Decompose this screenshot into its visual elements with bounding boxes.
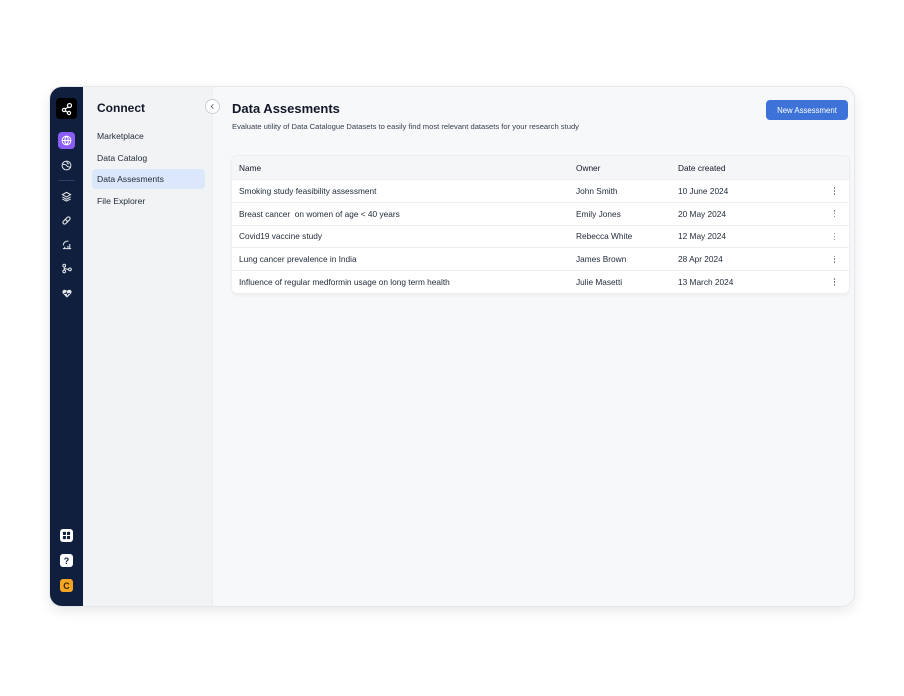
sidebar-item-data-assesments[interactable]: Data Assesments: [92, 169, 205, 190]
help-icon[interactable]: ?: [60, 554, 73, 567]
row-owner: Julie Masetti: [576, 277, 623, 288]
table-row[interactable]: Lung cancer prevalence in India James Br…: [232, 247, 849, 270]
more-vertical-icon: [833, 187, 836, 195]
assessments-table: Name Owner Date created Smoking study fe…: [232, 156, 849, 293]
row-owner: Rebecca White: [576, 231, 633, 242]
row-owner: Emily Jones: [576, 208, 621, 219]
sidebar-item-data-catalog[interactable]: Data Catalog: [92, 148, 205, 168]
row-menu-button[interactable]: [820, 255, 849, 264]
globe-network-icon[interactable]: [58, 132, 75, 149]
more-vertical-icon: [833, 232, 836, 241]
more-vertical-icon: [833, 278, 836, 286]
sidebar-item-marketplace[interactable]: Marketplace: [92, 126, 205, 146]
more-vertical-icon: [833, 209, 836, 218]
sidebar-nav: Marketplace Data Catalog Data Assesments…: [92, 126, 205, 212]
table-row[interactable]: Smoking study feasibility assessment Joh…: [232, 179, 849, 202]
row-date: 28 Apr 2024: [678, 254, 723, 265]
row-date: 20 May 2024: [678, 208, 726, 219]
table-row[interactable]: Covid19 vaccine study Rebecca White 12 M…: [232, 224, 849, 248]
row-date: 13 March 2024: [678, 277, 734, 288]
table-row[interactable]: Influence of regular medformin usage on …: [232, 270, 849, 293]
more-vertical-icon: [833, 255, 836, 264]
pill-icon[interactable]: [58, 212, 75, 229]
apps-grid-icon[interactable]: [60, 529, 73, 542]
collapse-sidebar-button[interactable]: [205, 99, 220, 114]
main-content: Data Assesments Evaluate utility of Data…: [213, 87, 854, 606]
row-menu-button[interactable]: [820, 232, 849, 241]
row-owner: James Brown: [576, 254, 627, 265]
sidebar-item-file-explorer[interactable]: File Explorer: [92, 191, 205, 211]
chevron-left-icon: [210, 103, 214, 110]
page-subtitle: Evaluate utility of Data Catalogue Datas…: [232, 122, 579, 131]
row-menu-button[interactable]: [820, 209, 849, 218]
avatar-initial: C: [63, 580, 70, 591]
heart-icon[interactable]: [58, 285, 75, 302]
row-name: Breast cancer on women of age < 40 years: [239, 208, 400, 219]
row-name: Covid19 vaccine study: [239, 231, 323, 242]
icon-rail: ? C: [50, 87, 83, 606]
row-name: Influence of regular medformin usage on …: [239, 277, 450, 288]
app-window: ? C Connect Marketplace Data Catalog Dat…: [50, 87, 854, 606]
column-header-name[interactable]: Name: [232, 163, 576, 173]
table-header: Name Owner Date created: [232, 156, 849, 179]
row-menu-button[interactable]: [820, 278, 849, 286]
page-title: Data Assesments: [232, 101, 340, 116]
row-date: 12 May 2024: [678, 231, 726, 242]
row-name: Smoking study feasibility assessment: [239, 185, 377, 196]
row-menu-button[interactable]: [820, 187, 849, 195]
app-logo-icon[interactable]: [56, 98, 77, 119]
help-label: ?: [63, 555, 70, 566]
analytics-icon[interactable]: [58, 236, 75, 253]
globe-icon[interactable]: [58, 157, 75, 174]
row-name: Lung cancer prevalence in India: [239, 254, 357, 265]
rail-divider: [58, 180, 75, 181]
workflow-icon[interactable]: [58, 260, 75, 277]
sidebar-title: Connect: [97, 101, 145, 115]
table-row[interactable]: Breast cancer on women of age < 40 years…: [232, 201, 849, 225]
column-header-date-created[interactable]: Date created: [678, 163, 820, 173]
row-owner: John Smith: [576, 185, 618, 196]
row-date: 10 June 2024: [678, 185, 729, 196]
sidebar: Connect Marketplace Data Catalog Data As…: [83, 87, 213, 606]
column-header-owner[interactable]: Owner: [576, 163, 678, 173]
new-assessment-button[interactable]: New Assessment: [766, 100, 848, 120]
user-avatar[interactable]: C: [60, 579, 73, 592]
layers-icon[interactable]: [58, 188, 75, 205]
